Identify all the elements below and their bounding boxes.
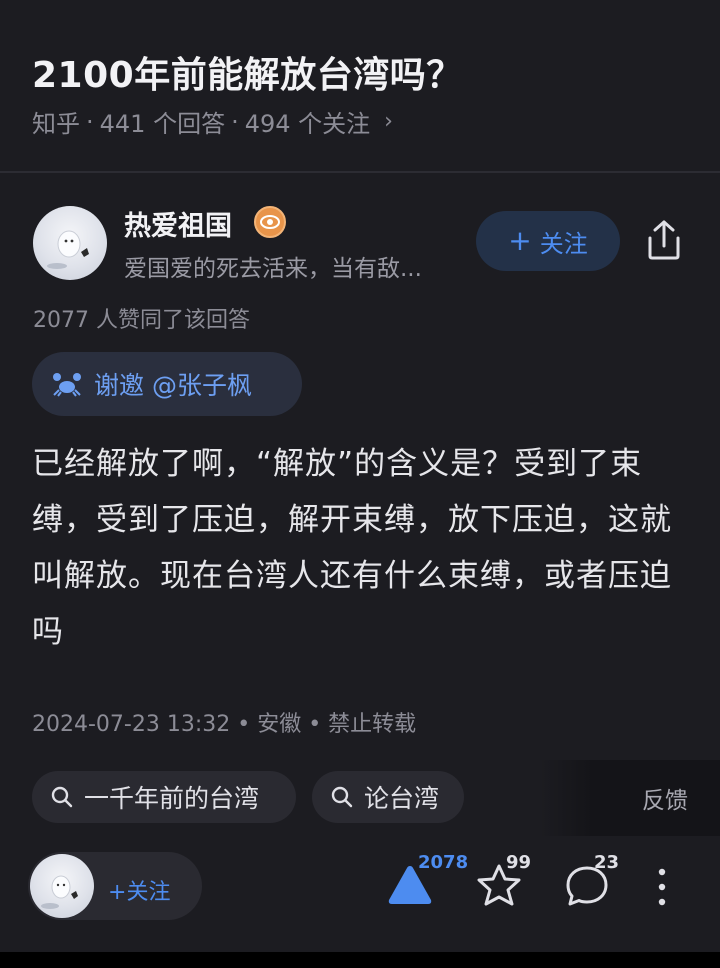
answer-meta: 2024-07-23 13:32 • 安徽 • 禁止转载: [32, 712, 417, 737]
question-meta[interactable]: 知乎 · 441 个回答 · 494 个关注 ›: [32, 104, 393, 139]
related-tag[interactable]: 论台湾: [312, 771, 464, 823]
eye-badge-icon: [254, 206, 286, 238]
system-nav-strip: [0, 952, 720, 968]
bottom-follow-button[interactable]: +关注: [108, 874, 170, 906]
feedback-button[interactable]: 反馈: [540, 760, 720, 836]
author-name[interactable]: 热爱祖国: [124, 204, 232, 243]
author-avatar[interactable]: [33, 206, 107, 280]
follow-label: 关注: [539, 229, 588, 258]
upvote-count: 2078: [418, 852, 469, 873]
answer-body: 已经解放了啊，“解放”的含义是？受到了束缚，受到了压迫，解开束缚，放下压迫，这就…: [32, 446, 672, 650]
search-icon: [50, 785, 74, 809]
follower-count: 494 个关注: [244, 110, 371, 138]
question-header[interactable]: 2100年前能解放台湾吗？ 知乎 · 441 个回答 · 494 个关注 ›: [0, 0, 720, 172]
plus-icon: +: [108, 880, 127, 905]
related-tag[interactable]: 一千年前的台湾: [32, 771, 296, 823]
answer-page: 2100年前能解放台湾吗？ 知乎 · 441 个回答 · 494 个关注 › 热…: [0, 0, 720, 968]
crab-icon: [52, 371, 82, 397]
separator-dot: ·: [86, 107, 94, 136]
header-divider: [0, 171, 720, 173]
plus-icon: +: [508, 224, 532, 257]
bottom-author-avatar[interactable]: [30, 854, 94, 918]
star-count: 99: [506, 852, 532, 873]
question-source: 知乎: [32, 110, 80, 138]
separator-dot: ·: [231, 107, 239, 136]
feedback-label: 反馈: [642, 788, 688, 814]
invite-chip[interactable]: 谢邀 @张子枫: [32, 352, 302, 416]
question-title[interactable]: 2100年前能解放台湾吗？: [32, 46, 463, 98]
tag-label: 一千年前的台湾: [84, 784, 260, 813]
agree-count-text: 2077 人赞同了该回答: [33, 308, 250, 333]
comment-count: 23: [594, 852, 620, 873]
tag-label: 论台湾: [364, 784, 440, 813]
answer-count: 441 个回答: [99, 110, 226, 138]
chevron-right-icon: ›: [384, 109, 393, 134]
share-icon[interactable]: [642, 218, 686, 262]
more-vertical-icon[interactable]: [652, 866, 672, 908]
invite-label: 谢邀 @张子枫: [94, 371, 252, 400]
bottom-follow-label: 关注: [126, 880, 171, 905]
search-icon: [330, 785, 354, 809]
author-bio: 爱国爱的死去活来，当有敌...: [124, 256, 422, 282]
follow-author-button[interactable]: + 关注: [476, 211, 620, 271]
